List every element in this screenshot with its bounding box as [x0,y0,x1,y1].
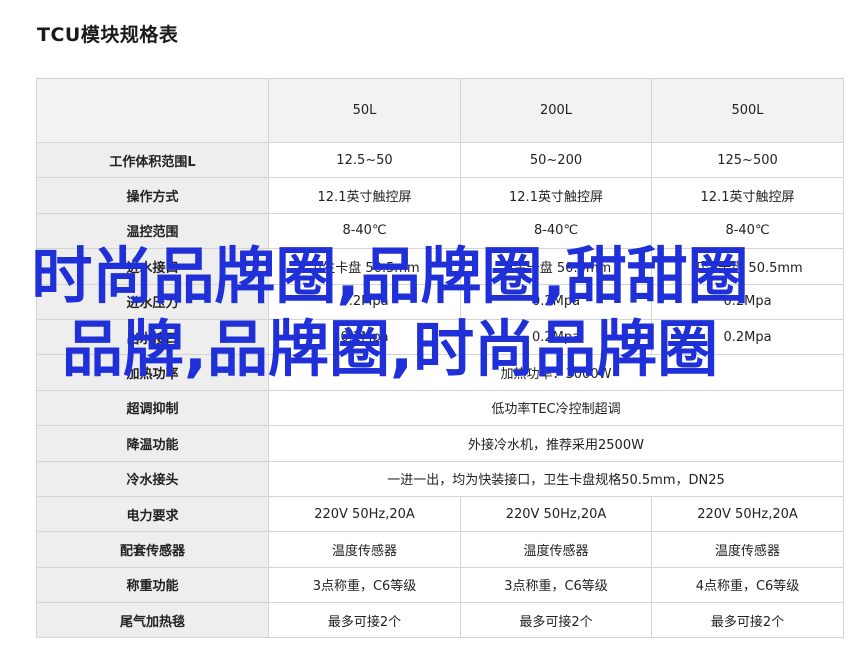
row-label: 配套传感器 [36,531,269,568]
row-label: 操作方式 [36,177,269,214]
table-cell: 0.2Mpa [460,283,652,320]
row-label: 电力要求 [36,495,269,533]
merged-cell: 加热功率：3000W [268,354,844,391]
table-row: 温控范围 8-40℃ 8-40℃ 8-40℃ [36,212,844,250]
table-cell: 温度传感器 [460,531,652,568]
row-label: 温控范围 [36,212,269,250]
table-cell: 12.1英寸触控屏 [268,177,461,214]
table-cell: 12.1英寸触控屏 [460,177,652,214]
table-cell: 0.2Mpa [460,318,652,356]
corner-cell [36,78,269,143]
table-cell: 12.1英寸触控屏 [651,177,844,214]
table-row: 称重功能 3点称重，C6等级 3点称重，C6等级 4点称重，C6等级 [36,566,844,604]
table-cell: 温度传感器 [651,531,844,568]
table-row: 配套传感器 温度传感器 温度传感器 温度传感器 [36,531,844,568]
table-row: 降温功能 外接冷水机，推荐采用2500W [36,425,844,462]
table-cell: 12.5~50 [268,141,461,179]
page-title: TCU模块规格表 [37,24,179,46]
table-cell: 0.2Mpa [268,318,461,356]
row-label: 尾气加热毯 [36,602,269,639]
table-cell: 最多可接2个 [268,602,461,639]
table-cell: 0.2Mpa [651,283,844,320]
table-row: 进水接口 卫生卡盘 50.5mm 卫生卡盘 50.5mm 卫生卡盘 50.5mm [36,248,844,285]
merged-cell: 外接冷水机，推荐采用2500W [268,425,844,462]
table-cell: 温度传感器 [268,531,461,568]
row-label: 降温功能 [36,425,269,462]
merged-cell: 一进一出，均为快装接口，卫生卡盘规格50.5mm，DN25 [268,460,844,497]
table-row: 操作方式 12.1英寸触控屏 12.1英寸触控屏 12.1英寸触控屏 [36,177,844,214]
table-cell: 8-40℃ [460,212,652,250]
merged-cell: 低功率TEC冷控制超调 [268,389,844,427]
column-header-50l: 50L [268,78,461,143]
table-cell: 3点称重，C6等级 [268,566,461,604]
table-cell: 卫生卡盘 50.5mm [268,248,461,285]
table-row: 出水接口 0.2Mpa 0.2Mpa 0.2Mpa [36,318,844,356]
row-label: 称重功能 [36,566,269,604]
table-row: 工作体积范围L 12.5~50 50~200 125~500 [36,141,844,179]
row-label: 超调抑制 [36,389,269,427]
spec-table: 50L 200L 500L 工作体积范围L 12.5~50 50~200 125~50… [36,78,844,639]
table-cell: 3点称重，C6等级 [460,566,652,604]
table-row: 冷水接头 一进一出，均为快装接口，卫生卡盘规格50.5mm，DN25 [36,460,844,497]
row-label: 出水接口 [36,318,269,356]
table-cell: 220V 50Hz,20A [651,495,844,533]
row-label: 加热功率 [36,354,269,391]
row-label: 进水接口 [36,248,269,285]
table-cell: 最多可接2个 [651,602,844,639]
table-row: 进水压力 0.2Mpa 0.2Mpa 0.2Mpa [36,283,844,320]
table-header-row: 50L 200L 500L [36,78,844,143]
table-cell: 0.2Mpa [651,318,844,356]
table-cell: 最多可接2个 [460,602,652,639]
table-cell: 卫生卡盘 50.5mm [651,248,844,285]
row-label: 冷水接头 [36,460,269,497]
table-row: 加热功率 加热功率：3000W [36,354,844,391]
table-cell: 220V 50Hz,20A [460,495,652,533]
table-row: 电力要求 220V 50Hz,20A 220V 50Hz,20A 220V 50Hz,… [36,495,844,533]
table-row: 超调抑制 低功率TEC冷控制超调 [36,389,844,427]
column-header-200l: 200L [460,78,652,143]
table-cell: 4点称重，C6等级 [651,566,844,604]
table-row: 尾气加热毯 最多可接2个 最多可接2个 最多可接2个 [36,602,844,639]
row-label: 工作体积范围L [36,141,269,179]
table-cell: 220V 50Hz,20A [268,495,461,533]
column-header-500l: 500L [651,78,844,143]
table-cell: 8-40℃ [268,212,461,250]
row-label: 进水压力 [36,283,269,320]
table-cell: 卫生卡盘 50.5mm [460,248,652,285]
table-cell: 50~200 [460,141,652,179]
table-cell: 8-40℃ [651,212,844,250]
table-cell: 0.2Mpa [268,283,461,320]
table-cell: 125~500 [651,141,844,179]
